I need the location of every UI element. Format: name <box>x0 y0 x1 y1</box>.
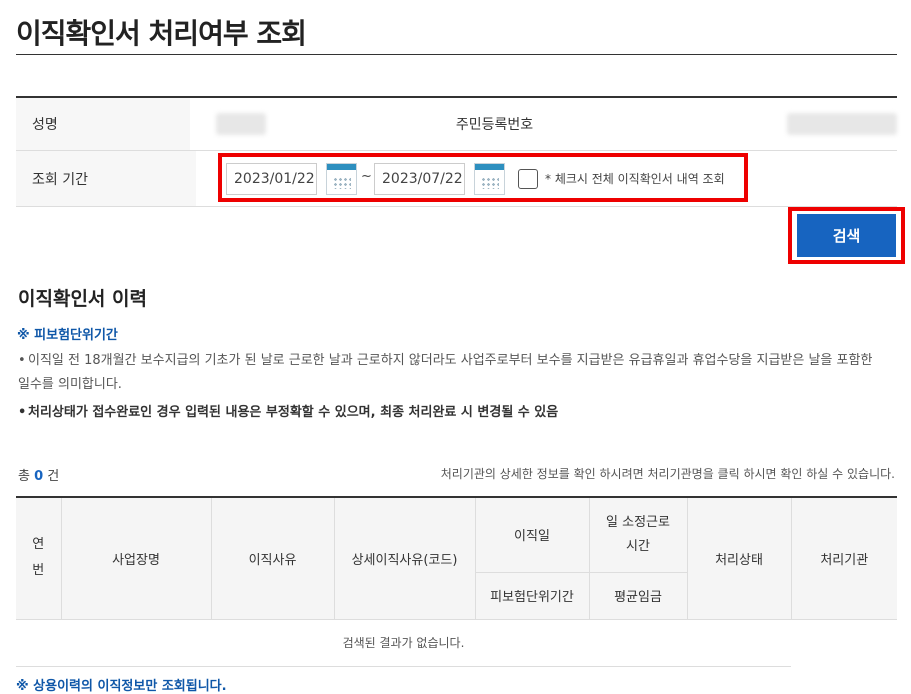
start-date-input[interactable]: 2023/01/22 <box>226 163 317 195</box>
id-number-value <box>622 98 897 150</box>
count-value: 0 <box>34 469 44 484</box>
col-header-work-hours: 일 소정근로 시간 <box>588 496 688 573</box>
footer-note: ※ 상용이력의 이직정보만 조회됩니다. <box>16 679 227 694</box>
col-header-reason: 이직사유 <box>210 496 335 620</box>
history-table: 연 번 사업장명 이직사유 상세이직사유(코드) 이직일 일 소정근로 시간 처… <box>16 496 897 667</box>
date-separator: ~ <box>361 169 372 184</box>
col-header-avg-wage: 평균임금 <box>588 571 687 620</box>
name-redacted <box>216 113 267 135</box>
col-header-company: 사업장명 <box>60 496 212 620</box>
col-header-leave-date: 이직일 <box>474 496 590 573</box>
period-value: 2023/01/22 ~ 2023/07/22 * 체크시 전체 이직확인서 내… <box>196 151 897 206</box>
page-title: 이직확인서 처리여부 조회 <box>16 17 307 50</box>
result-count: 총 0 건 <box>18 469 60 484</box>
id-number-label: 주민등록번호 <box>443 98 622 150</box>
search-form: 성명 주민등록번호 조회 기간 2023/01/22 ~ 2023/07/22 … <box>16 96 897 207</box>
all-history-checkbox[interactable] <box>518 169 538 189</box>
col-header-insured-period: 피보험단위기간 <box>475 571 590 620</box>
col-header-status: 처리상태 <box>686 496 792 620</box>
form-row-identity: 성명 주민등록번호 <box>16 98 897 151</box>
note-bullet: • 이직일 전 18개월간 보수지급의 기초가 된 날로 근로한 날과 근로하지 … <box>18 353 873 392</box>
period-label: 조회 기간 <box>16 151 196 206</box>
empty-result-message: 검색된 결과가 없습니다. <box>16 619 791 667</box>
section-title: 이직확인서 이력 <box>18 288 147 310</box>
col-header-office: 처리기관 <box>790 496 897 620</box>
col-header-detail-reason: 상세이직사유(코드) <box>333 496 476 620</box>
name-label: 성명 <box>16 98 191 150</box>
form-row-period: 조회 기간 2023/01/22 ~ 2023/07/22 * 체크시 전체 이… <box>16 151 897 207</box>
name-value <box>190 98 443 150</box>
calendar-icon[interactable] <box>474 163 505 195</box>
title-divider <box>16 54 897 55</box>
search-button[interactable]: 검색 <box>797 214 896 257</box>
col-header-no: 연 번 <box>16 496 62 620</box>
note-bullet: • 처리상태가 접수완료인 경우 입력된 내용은 부정확할 수 있으며, 최종 처… <box>18 405 559 420</box>
id-number-redacted <box>787 113 897 135</box>
calendar-icon[interactable] <box>326 163 357 195</box>
office-hint: 처리기관의 상세한 정보를 확인 하시려면 처리기관명을 클릭 하시면 확인 하… <box>440 467 895 481</box>
note-heading: ※ 피보험단위기간 <box>17 328 118 343</box>
checkbox-note: * 체크시 전체 이직확인서 내역 조회 <box>545 172 725 186</box>
end-date-input[interactable]: 2023/07/22 <box>374 163 465 195</box>
